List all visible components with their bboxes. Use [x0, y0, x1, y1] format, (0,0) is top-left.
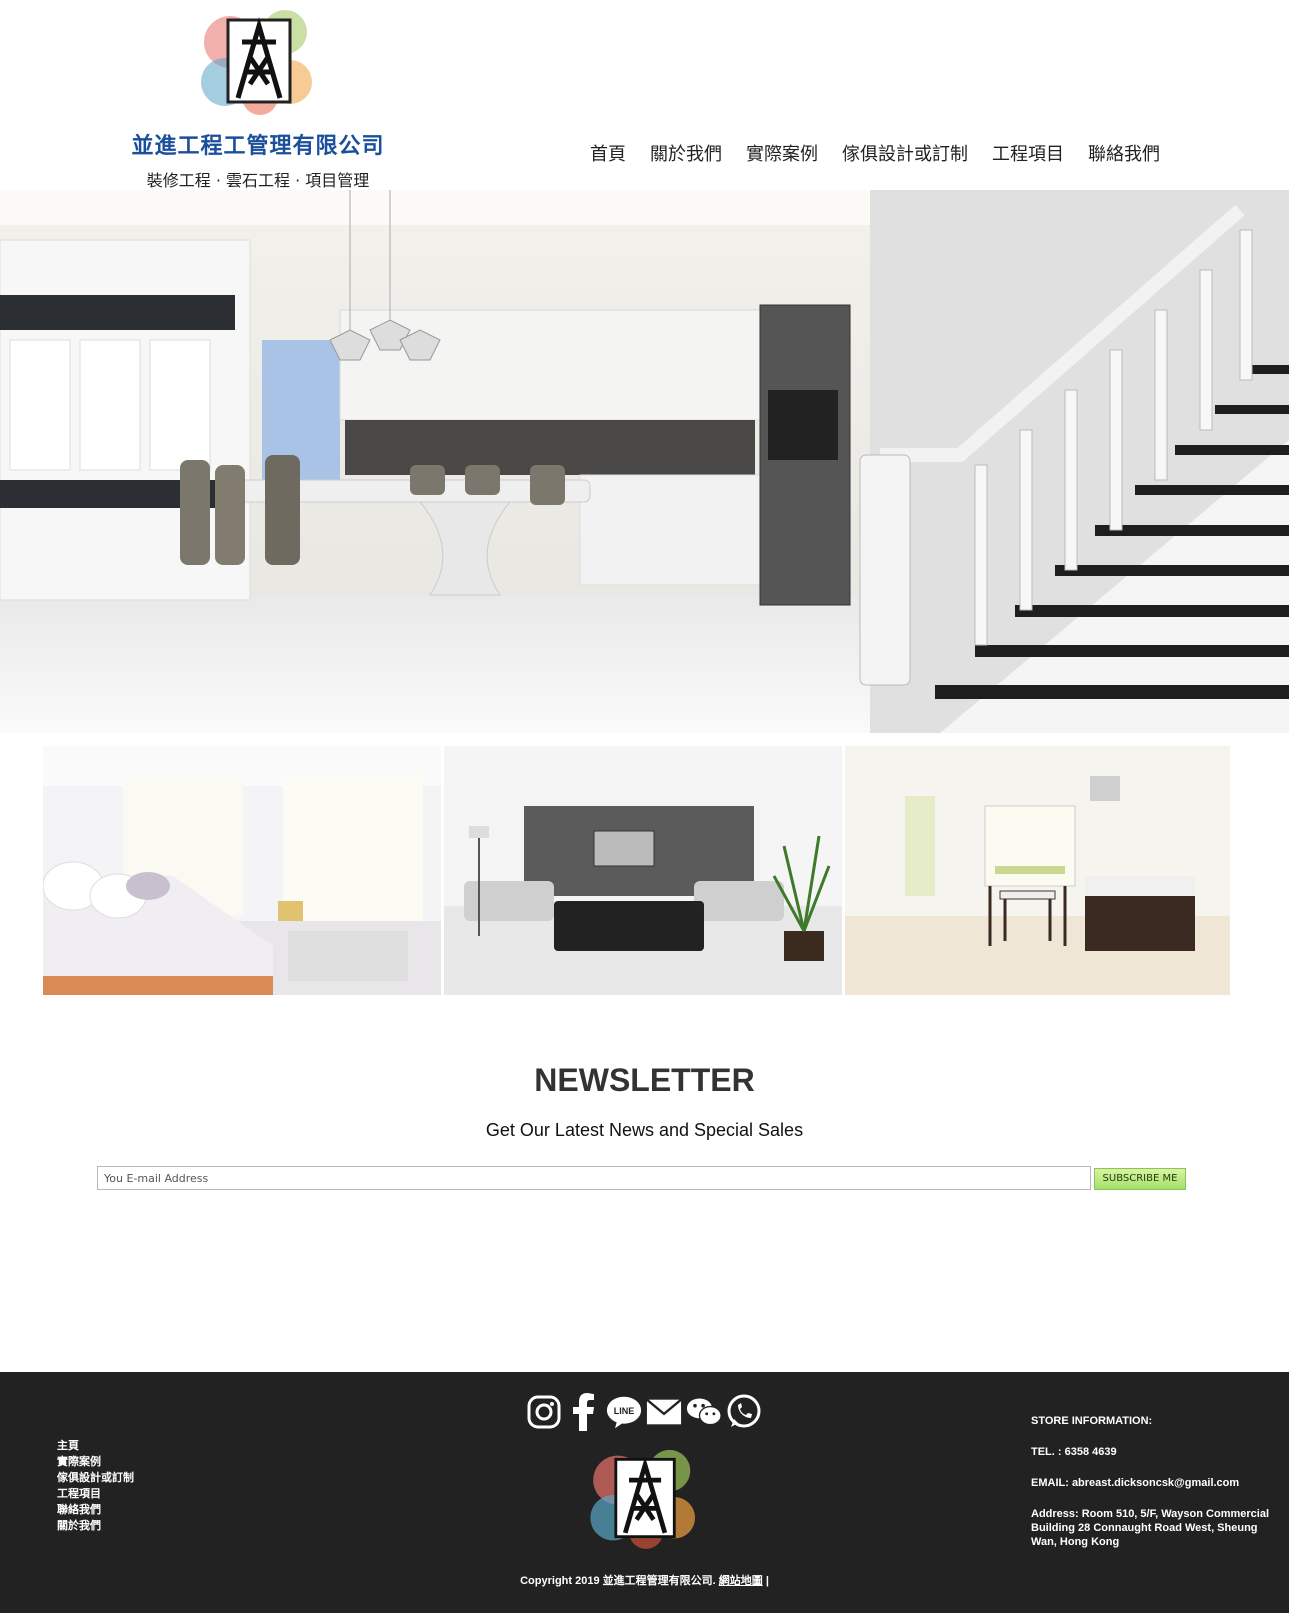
- bedroom-image: [43, 746, 441, 995]
- footer-link-home[interactable]: 主頁: [57, 1438, 134, 1454]
- copyright: Copyright 2019 並進工程管理有限公司. 網站地圖 |: [0, 1572, 1289, 1588]
- footer-link-cases[interactable]: 實際案例: [57, 1454, 134, 1470]
- nav-item-about[interactable]: 關於我們: [638, 140, 734, 166]
- footer-link-projects[interactable]: 工程項目: [57, 1486, 134, 1502]
- newsletter-title: NEWSLETTER: [534, 1062, 755, 1098]
- nav-item-contact[interactable]: 聯絡我們: [1076, 140, 1172, 166]
- copyright-text: Copyright 2019 並進工程管理有限公司.: [520, 1575, 716, 1587]
- hero-kitchen-illustration: [0, 190, 1289, 733]
- social-icons: LINE: [526, 1392, 762, 1432]
- company-logo[interactable]: [190, 2, 330, 120]
- store-tel: TEL. : 6358 4639: [1031, 1446, 1117, 1458]
- store-heading: STORE INFORMATION:: [1031, 1415, 1153, 1427]
- living-room-image: [444, 746, 842, 995]
- facebook-icon[interactable]: [566, 1392, 602, 1432]
- line-icon[interactable]: LINE: [606, 1392, 642, 1432]
- site-footer: 主頁 實際案例 傢俱設計或訂制 工程項目 聯絡我們 關於我們 LINE STOR…: [0, 1372, 1289, 1613]
- footer-nav: 主頁 實際案例 傢俱設計或訂制 工程項目 聯絡我們 關於我們: [57, 1438, 134, 1534]
- newsletter-subtitle: Get Our Latest News and Special Sales: [485, 1120, 804, 1140]
- wechat-icon[interactable]: [686, 1392, 722, 1432]
- store-email: EMAIL: abreast.dicksoncsk@gmail.com: [1031, 1477, 1240, 1489]
- company-name: 並進工程工管理有限公司: [131, 134, 385, 159]
- sitemap-link[interactable]: 網站地圖: [719, 1575, 763, 1587]
- newsletter-email-input[interactable]: [97, 1166, 1091, 1190]
- instagram-icon[interactable]: [526, 1392, 562, 1432]
- subscribe-button[interactable]: SUBSCRIBE ME: [1094, 1168, 1186, 1190]
- store-address: Address: Room 510, 5/F, Wayson Commercia…: [1031, 1508, 1269, 1548]
- nav-item-furniture[interactable]: 傢俱設計或訂制: [830, 140, 980, 166]
- footer-link-about[interactable]: 關於我們: [57, 1518, 134, 1534]
- gallery-item-living-room[interactable]: [444, 746, 843, 995]
- main-nav: 首頁 關於我們 實際案例 傢俱設計或訂制 工程項目 聯絡我們: [578, 140, 1172, 166]
- nav-item-projects[interactable]: 工程項目: [980, 140, 1076, 166]
- footer-link-furniture[interactable]: 傢俱設計或訂制: [57, 1470, 134, 1486]
- gallery: [43, 746, 1244, 995]
- gallery-item-dining-kitchen[interactable]: [845, 746, 1244, 995]
- gallery-item-bedroom[interactable]: [43, 746, 442, 995]
- dining-kitchen-image: [845, 746, 1243, 995]
- footer-logo[interactable]: [580, 1440, 712, 1556]
- line-icon-label: LINE: [614, 1406, 635, 1416]
- nav-item-cases[interactable]: 實際案例: [734, 140, 830, 166]
- email-icon[interactable]: [646, 1392, 682, 1432]
- nav-item-home[interactable]: 首頁: [578, 140, 638, 166]
- hero-image: [0, 190, 1289, 733]
- copyright-separator: |: [765, 1575, 769, 1587]
- store-information: STORE INFORMATION: TEL. : 6358 4639 EMAI…: [1031, 1414, 1279, 1566]
- footer-link-contact[interactable]: 聯絡我們: [57, 1502, 134, 1518]
- footer-logo-graphic: [590, 1449, 696, 1549]
- logo-graphic: [201, 10, 312, 115]
- site-header: 並進工程工管理有限公司 裝修工程 · 雲石工程 · 項目管理 首頁 關於我們 實…: [0, 0, 1289, 190]
- whatsapp-icon[interactable]: [726, 1392, 762, 1432]
- company-tagline: 裝修工程 · 雲石工程 · 項目管理: [146, 171, 370, 190]
